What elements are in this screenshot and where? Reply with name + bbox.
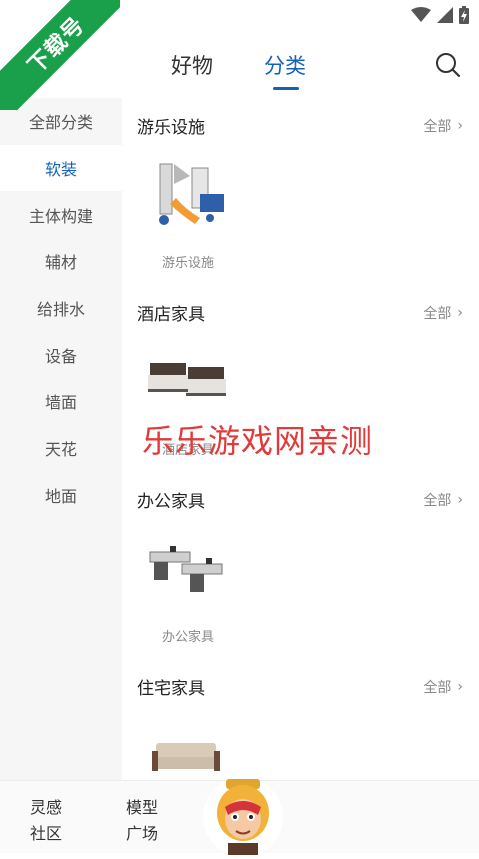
chevron-right-icon: ›	[457, 304, 463, 321]
section-title: 酒店家具	[137, 305, 205, 325]
section-office-furniture: 办公家具 全部 › 办公家具	[122, 472, 479, 659]
sidebar-item-soft-furnishing[interactable]: 软装	[0, 144, 122, 192]
chevron-right-icon: ›	[457, 491, 463, 508]
view-all-label: 全部	[423, 492, 452, 509]
view-all-label: 全部	[423, 118, 452, 135]
ribbon-text: 下载号	[0, 0, 120, 110]
bottom-nav: 灵感社区 模型广场	[0, 777, 479, 857]
hotel-beds-image	[148, 363, 226, 396]
watermark-text: 乐乐游戏网亲测	[142, 422, 374, 460]
sidebar-item-plumbing[interactable]: 给排水	[0, 285, 122, 332]
search-button[interactable]	[435, 52, 461, 82]
section-title: 住宅家具	[137, 679, 205, 699]
view-all-link[interactable]: 全部 ›	[423, 490, 463, 510]
product-label: 游乐设施	[161, 256, 214, 271]
view-all-link[interactable]: 全部 ›	[423, 116, 463, 136]
nav-model-plaza[interactable]: 模型广场	[126, 795, 166, 847]
section-residential-furniture: 住宅家具 全部 ›	[122, 659, 479, 780]
search-icon	[436, 53, 461, 78]
sidebar-item-wall[interactable]: 墙面	[0, 378, 122, 425]
product-card[interactable]: 游乐设施	[140, 154, 236, 271]
view-all-link[interactable]: 全部 ›	[423, 677, 463, 697]
view-all-label: 全部	[423, 305, 452, 322]
tab-goods[interactable]: 好物	[171, 50, 213, 80]
product-card[interactable]: 办公家具	[140, 528, 236, 645]
section-playground: 游乐设施 全部 › 游乐设施	[122, 98, 479, 285]
sidebar-item-equipment[interactable]: 设备	[0, 331, 122, 378]
nav-inspiration-community[interactable]: 灵感社区	[30, 795, 70, 847]
chevron-right-icon: ›	[457, 117, 463, 134]
category-sidebar: 全部分类 软装 主体构建 辅材 给排水 设备 墙面 天花 地面	[0, 98, 122, 780]
chevron-right-icon: ›	[457, 678, 463, 695]
sidebar-item-main-structure[interactable]: 主体构建	[0, 191, 122, 238]
playground-slide-image	[159, 163, 224, 225]
section-title: 办公家具	[137, 492, 205, 512]
wifi-icon	[411, 7, 431, 22]
sidebar-item-auxiliary[interactable]: 辅材	[0, 238, 122, 285]
view-all-link[interactable]: 全部 ›	[423, 303, 463, 323]
tab-category[interactable]: 分类	[264, 50, 306, 80]
download-ribbon: 下载号	[0, 0, 120, 110]
signal-icon	[437, 7, 453, 23]
sidebar-item-floor[interactable]: 地面	[0, 472, 122, 519]
active-tab-indicator	[273, 87, 299, 90]
battery-charging-icon	[459, 6, 469, 24]
mascot-avatar[interactable]	[200, 769, 286, 859]
product-label: 办公家具	[161, 630, 214, 645]
office-desks-image	[149, 546, 223, 592]
view-all-label: 全部	[423, 679, 452, 696]
section-title: 游乐设施	[137, 118, 205, 138]
sidebar-item-ceiling[interactable]: 天花	[0, 425, 122, 472]
